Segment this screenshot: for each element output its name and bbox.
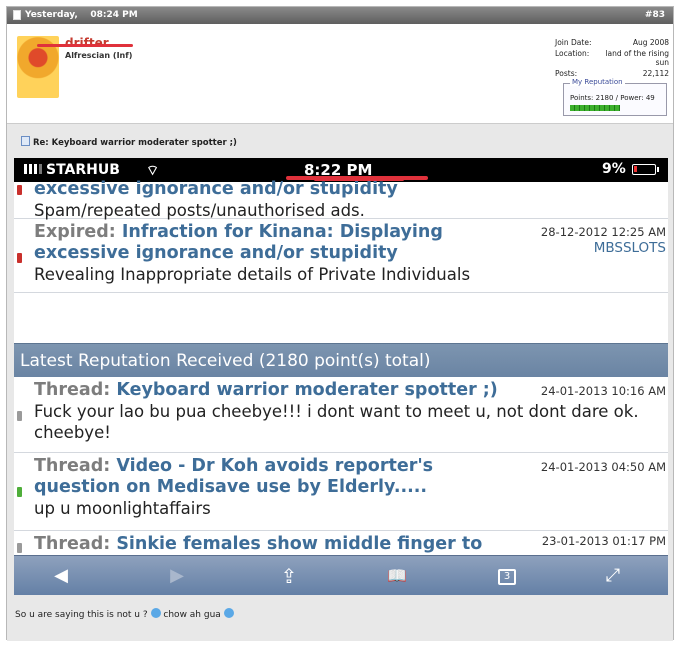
reputation-status-icon xyxy=(17,411,22,421)
reputation-status-icon xyxy=(17,543,22,553)
infraction-status-icon xyxy=(17,185,22,195)
reputation-comment: up u moonlightaffairs xyxy=(34,499,211,518)
post-icon xyxy=(21,136,30,146)
annotation-underline xyxy=(314,178,404,181)
post-datetime: Yesterday, 08:24 PM xyxy=(25,10,138,20)
join-date-row: Join Date: Aug 2008 xyxy=(555,38,669,47)
wifi-icon: ⌔ xyxy=(146,163,160,179)
reputation-date: 24-01-2013 04:50 AM xyxy=(540,460,666,474)
annotation-underline xyxy=(37,44,133,47)
share-icon[interactable]: ⇪ xyxy=(276,566,302,586)
posts-row: Posts: 22,112 xyxy=(555,69,669,78)
smiley-icon xyxy=(223,608,234,618)
forward-icon[interactable]: ▶ xyxy=(164,566,190,586)
reputation-box: My Reputation Points: 2180 / Power: 49 xyxy=(563,78,667,116)
reputation-section-header: Latest Reputation Received (2180 point(s… xyxy=(14,343,668,377)
reputation-date: 24-01-2013 10:16 AM xyxy=(540,384,666,398)
carrier: STARHUB xyxy=(24,162,120,178)
infraction-title[interactable]: Expired: Infraction for Kinana: Displayi… xyxy=(34,222,494,264)
battery-percent: 9% xyxy=(602,161,626,177)
post-number-link[interactable]: #83 xyxy=(645,10,665,20)
infraction-description: Revealing Inappropriate details of Priva… xyxy=(34,265,471,284)
reputation-points: Points: 2180 / Power: 49 xyxy=(570,94,655,102)
user-info-panel: drifter Alfrescian (Inf) Join Date: Aug 2… xyxy=(7,24,673,124)
tabs-icon[interactable]: 3 xyxy=(498,569,516,585)
infraction-description: Spam/repeated posts/unauthorised ads. xyxy=(34,201,365,220)
spacer xyxy=(14,293,668,343)
forum-post: Yesterday, 08:24 PM #83 drifter Alfresci… xyxy=(6,6,674,641)
signal-icon xyxy=(24,164,42,174)
document-icon xyxy=(13,10,21,20)
username-link[interactable]: drifter xyxy=(65,36,109,50)
infraction-meta: 28-12-2012 12:25 AM MBSSLOTS xyxy=(541,224,666,256)
fullscreen-icon[interactable]: ⤢ xyxy=(600,566,626,586)
reputation-gems-icon xyxy=(570,105,620,111)
user-stats: Join Date: Aug 2008 Location: land of the … xyxy=(555,38,669,80)
post-header-bar: Yesterday, 08:24 PM #83 xyxy=(7,7,673,24)
phone-screenshot: STARHUB ⌔ 8:22 PM 9% excessive ignorance… xyxy=(14,158,668,595)
reputation-row: Thread: Keyboard warrior moderater spott… xyxy=(14,377,668,453)
infraction-row: Expired: Infraction for Kinana: Displayi… xyxy=(14,219,668,293)
reputation-thread-title[interactable]: Thread: Video - Dr Koh avoids reporter's… xyxy=(34,456,484,498)
smiley-icon xyxy=(150,608,161,618)
post-caption: So u are saying this is not u ? chow ah … xyxy=(15,608,234,620)
infraction-row: excessive ignorance and/or stupidity Spa… xyxy=(14,179,668,220)
back-icon[interactable]: ◀ xyxy=(48,566,74,586)
post-title: Re: Keyboard warrior moderater spotter ;… xyxy=(21,136,237,148)
reputation-status-icon xyxy=(17,487,22,497)
location-row: Location: land of the rising sun xyxy=(555,49,669,67)
user-title: Alfrescian (Inf) xyxy=(65,51,133,60)
infraction-status-icon xyxy=(17,253,22,263)
reputation-legend: My Reputation xyxy=(570,78,625,86)
reputation-comment: Fuck your lao bu pua cheebye!!! i dont w… xyxy=(34,402,639,442)
reputation-date: 23-01-2013 01:17 PM xyxy=(541,534,666,548)
infraction-date: 28-12-2012 12:25 AM xyxy=(540,225,666,239)
reputation-row: Thread: Video - Dr Koh avoids reporter's… xyxy=(14,453,668,531)
post-body: Re: Keyboard warrior moderater spotter ;… xyxy=(7,124,673,641)
safari-toolbar: ◀ ▶ ⇪ 📖 3 ⤢ xyxy=(14,555,668,595)
phone-page-content: excessive ignorance and/or stupidity Spa… xyxy=(14,178,668,561)
battery-icon xyxy=(632,164,659,175)
infraction-user-link[interactable]: MBSSLOTS xyxy=(541,240,666,256)
bookmarks-icon[interactable]: 📖 xyxy=(384,566,410,586)
infraction-title[interactable]: excessive ignorance and/or stupidity xyxy=(34,179,668,200)
